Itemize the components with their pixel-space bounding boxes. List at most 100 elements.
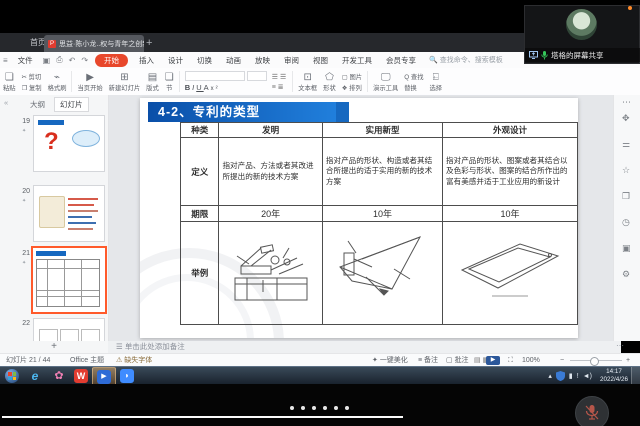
tab-document[interactable]: P 思益·陈小龙..权与青年之创新 [44,35,144,52]
page-dot[interactable] [301,406,305,410]
menu-view[interactable]: 视图 [306,55,335,66]
tab-document-label: 思益·陈小龙..权与青年之创新 [59,39,144,49]
menu-design[interactable]: 设计 [161,55,190,66]
slide-thumbnail-19[interactable]: ? [33,115,105,172]
bullet-list-icon[interactable]: ☰☰ [272,73,289,81]
replace-button[interactable]: 替换 [404,83,423,92]
superscript-button[interactable]: x² [211,86,220,92]
font-controls: BIUAx² [182,68,270,95]
paste-icon: ❏ [5,72,14,83]
picture-button[interactable]: ▢ 图片 [342,72,362,81]
collapse-panel-button[interactable]: « [4,98,8,107]
page-dot[interactable] [323,406,327,410]
command-search-label: 查找命令、搜索模板 [440,57,503,64]
share-icon[interactable]: ✥ [622,113,630,124]
redo-icon[interactable]: ↷ [78,56,91,65]
tab-outline[interactable]: 大纲 [30,99,45,110]
volume-icon[interactable]: ◄) [583,373,592,380]
slide-thumbnail-20[interactable] [33,185,105,242]
menu-animation[interactable]: 动画 [219,55,248,66]
page-dot[interactable] [312,406,316,410]
mic-mute-button[interactable] [575,396,609,426]
menu-slideshow[interactable]: 放映 [248,55,277,66]
browser-icon[interactable]: e [28,369,42,383]
textbox-button[interactable]: ⊡文本框 [295,68,320,95]
section-button[interactable]: ❏节 [162,68,177,95]
tray-network-icon[interactable]: ▮ [569,372,573,380]
more-icon[interactable]: ⋯ [622,97,631,108]
screen-share-icon [529,51,538,59]
format-painter-icon: ⌁ [54,72,60,83]
design-patent-tablet-sketch [454,236,566,306]
menu-home-active[interactable]: 开始 [95,54,128,67]
font-name-input[interactable] [185,71,245,81]
page-dot[interactable] [290,406,294,410]
font-size-input[interactable] [247,71,267,81]
screen-share-video-tile[interactable]: 塔格的屏幕共享 [524,5,640,64]
slide-number: 20 [14,188,30,195]
meeting-bottom-band [0,384,640,426]
thought-bubble-graphic [72,130,100,147]
current-slide[interactable]: 4-2、专利的类型 种类 发明 实用新型 外观设计 定义 指对产品、方法或者其改… [140,98,578,338]
notes-input[interactable]: ☰ 单击此处添加备注 [108,341,621,353]
menu-member[interactable]: 会员专享 [379,55,423,66]
command-search[interactable]: 🔍 查找命令、搜索模板 [429,55,503,65]
paste-button[interactable]: ❏粘贴 [0,68,19,95]
save-icon[interactable]: ▣ [40,56,54,65]
cut-button[interactable]: ✂ 剪切 [22,72,42,81]
menu-transition[interactable]: 切换 [190,55,219,66]
layout-button[interactable]: ▤版式 [143,68,162,95]
new-tab-button[interactable]: + [146,35,152,51]
slide-thumbnail-22[interactable] [33,318,105,341]
star-icon[interactable]: ☆ [622,165,630,176]
layers-icon[interactable]: ❐ [622,191,630,202]
adjust-icon[interactable]: ⚌ [622,139,630,150]
zoom-slider-knob[interactable] [590,357,599,366]
shape-button[interactable]: ⬠形状 [320,68,339,95]
help-icon[interactable]: ◷ [622,217,630,228]
present-tools-button[interactable]: 🖵演示工具 [370,68,401,95]
arrange-button[interactable]: ❖ 排列 [342,83,362,92]
menu-devtools[interactable]: 开发工具 [335,55,379,66]
find-button[interactable]: Q 查找 [404,72,423,81]
format-painter-button[interactable]: ⌁格式刷 [45,68,70,95]
windows-taskbar: e ✿ W ▶ ◗ ▴ ▮ ! ◄) 14:17 2022/4/26 [0,366,640,385]
menu-review[interactable]: 审阅 [277,55,306,66]
security-shield-icon[interactable] [556,371,565,381]
menu-file[interactable]: 文件 [11,55,40,66]
col-header-utility: 实用新型 [322,123,442,138]
text-color-button[interactable]: A [204,83,211,92]
slideshow-play-button[interactable]: ▶ [486,356,500,365]
remote-app-icon[interactable]: ✿ [52,369,66,383]
menu-insert[interactable]: 插入 [132,55,161,66]
play-from-current-button[interactable]: ▶当页开始 [74,68,105,95]
add-slide-button[interactable]: + [0,341,109,353]
tray-alert-icon[interactable]: ! [577,373,579,380]
page-dot[interactable] [334,406,338,410]
system-tray: ▴ ▮ ! ◄) [548,367,592,385]
tray-expand-icon[interactable]: ▴ [548,372,552,380]
utility-model-sketch [332,229,432,313]
tab-slides-active[interactable]: 幻灯片 [54,97,89,112]
slide-thumbnail-21-selected[interactable] [31,246,107,314]
start-button[interactable] [5,369,19,383]
hamburger-icon[interactable]: ≡ [0,56,11,65]
image-panel-icon[interactable]: ▣ [622,243,631,254]
settings-gear-icon[interactable]: ⚙ [622,269,630,280]
undo-icon[interactable]: ↶ [66,56,79,65]
copy-button[interactable]: ❐ 复制 [22,83,42,92]
new-slide-button[interactable]: ⊞新建幻灯片 [106,68,143,95]
wps-taskbar-icon[interactable]: W [74,369,88,383]
slide-canvas: 4-2、专利的类型 种类 发明 实用新型 外观设计 定义 指对产品、方法或者其改… [108,95,613,341]
taskbar-clock[interactable]: 14:17 2022/4/26 [600,368,628,384]
page-dot[interactable] [345,406,349,410]
align-icons[interactable]: ≡≣ [272,83,289,91]
select-button[interactable]: ⍇选择 [427,68,446,95]
play-circle-icon: ▶ [86,72,94,83]
underline-button[interactable]: U [196,83,203,92]
print-icon[interactable]: ⎙ [53,55,65,65]
second-app-icon[interactable]: ◗ [120,369,134,383]
show-desktop-button[interactable] [631,367,640,385]
term-design: 10年 [443,206,578,222]
panel-more-icon[interactable]: ··· [616,341,624,351]
